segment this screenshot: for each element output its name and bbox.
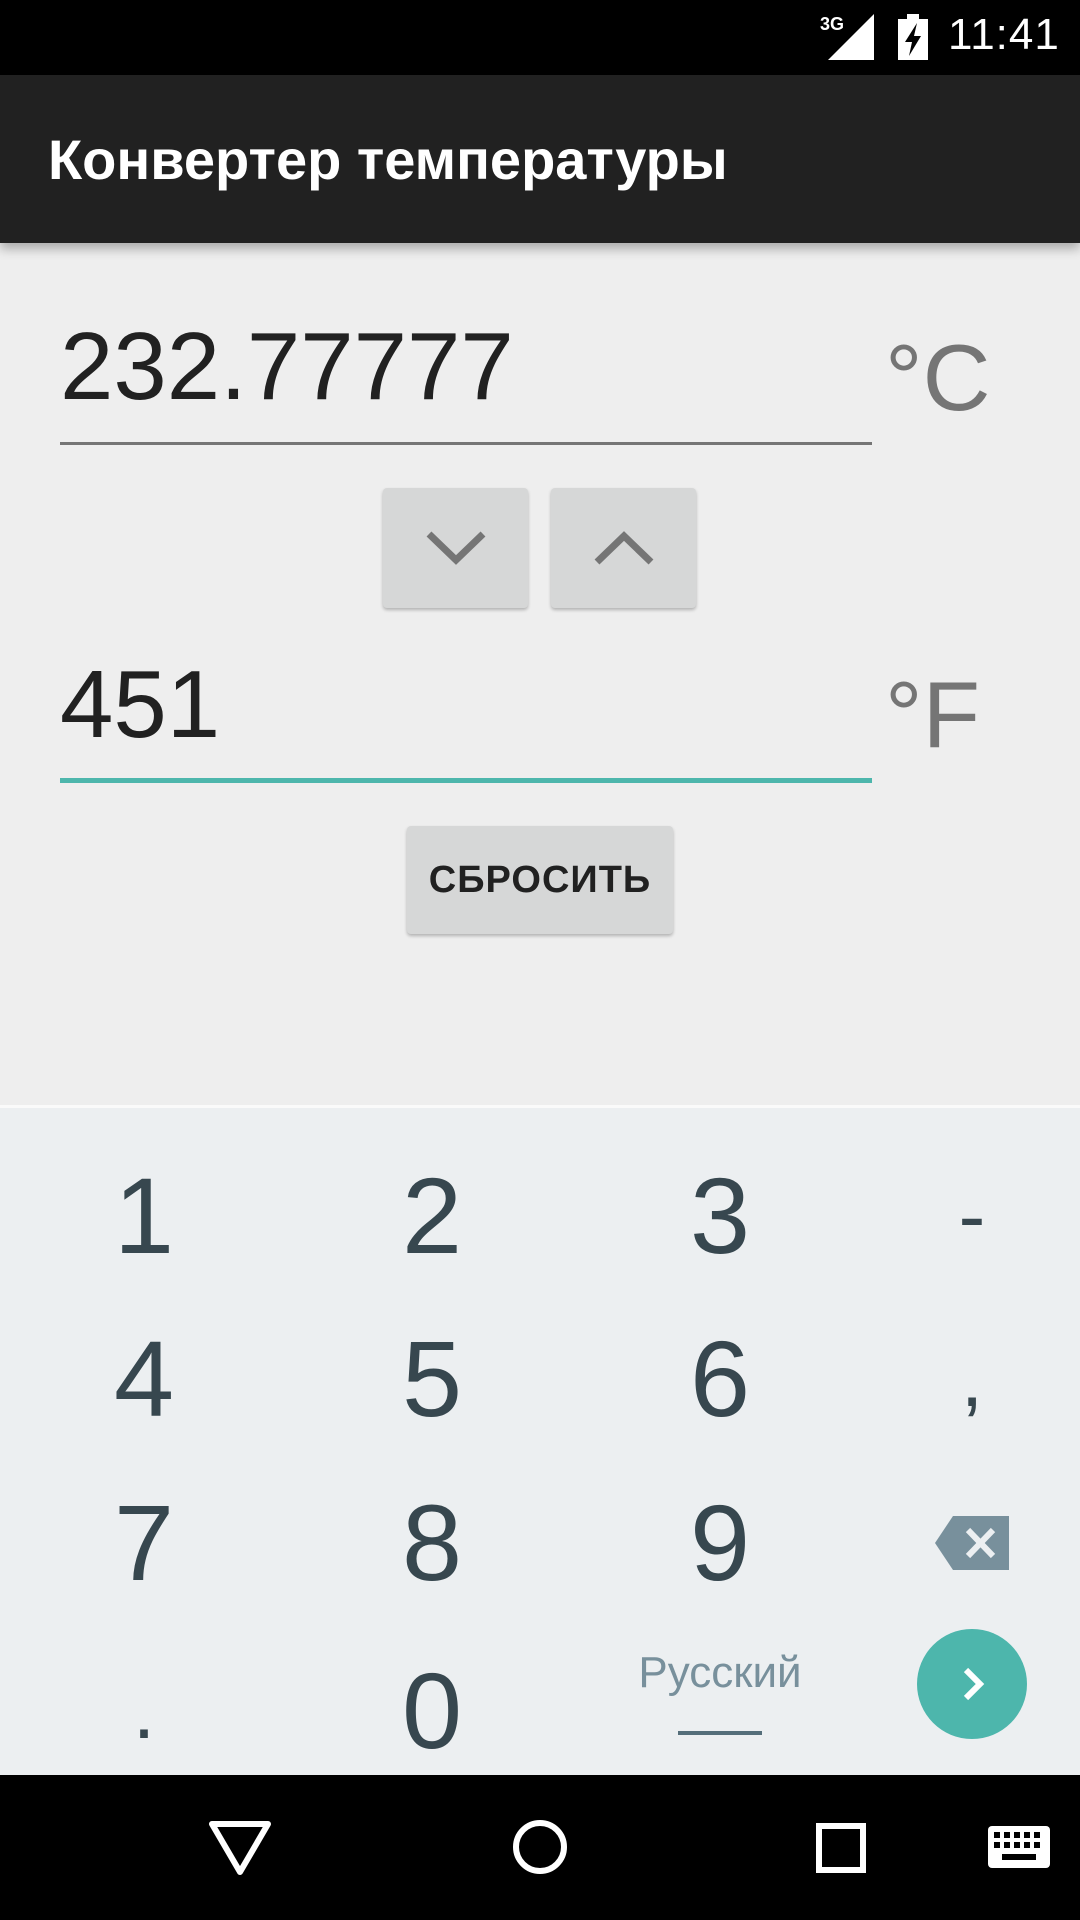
backspace-icon bbox=[935, 1515, 1009, 1570]
celsius-input[interactable]: 232.77777 bbox=[60, 319, 872, 445]
fahrenheit-unit-label: °F bbox=[885, 662, 981, 767]
key-8[interactable]: 8 bbox=[317, 1460, 547, 1625]
chevron-up-icon bbox=[594, 531, 654, 565]
fahrenheit-input[interactable]: 451 bbox=[60, 657, 872, 783]
convert-down-button[interactable] bbox=[383, 488, 528, 608]
key-minus[interactable]: - bbox=[857, 1133, 1080, 1298]
key-6[interactable]: 6 bbox=[605, 1296, 835, 1461]
status-time: 11:41 bbox=[948, 10, 1060, 59]
language-indicator bbox=[678, 1731, 762, 1735]
converter-panel: 232.77777 °C 451 °F СБРОСИТЬ bbox=[0, 243, 1080, 1105]
status-bar: 3G 11:41 bbox=[0, 0, 1080, 75]
key-comma[interactable]: , bbox=[857, 1296, 1080, 1461]
keyboard-icon[interactable] bbox=[988, 1826, 1050, 1868]
key-0[interactable]: 0 bbox=[317, 1628, 547, 1793]
key-7[interactable]: 7 bbox=[29, 1460, 259, 1625]
key-5[interactable]: 5 bbox=[317, 1296, 547, 1461]
key-3[interactable]: 3 bbox=[605, 1133, 835, 1298]
language-label: Русский bbox=[638, 1648, 802, 1697]
navigation-bar bbox=[0, 1775, 1080, 1920]
numeric-keyboard: 1 2 3 - 4 5 6 , 7 8 9 . 0 Русский bbox=[0, 1105, 1080, 1775]
key-2[interactable]: 2 bbox=[317, 1133, 547, 1298]
fahrenheit-underline bbox=[60, 778, 872, 783]
key-1[interactable]: 1 bbox=[29, 1133, 259, 1298]
recents-icon[interactable] bbox=[816, 1823, 866, 1873]
app-title: Конвертер температуры bbox=[48, 128, 728, 191]
celsius-value: 232.77777 bbox=[60, 313, 514, 420]
chevron-right-icon bbox=[963, 1667, 985, 1701]
key-decimal[interactable]: . bbox=[29, 1628, 259, 1793]
convert-up-button[interactable] bbox=[551, 488, 696, 608]
battery-charging-icon bbox=[898, 14, 928, 60]
celsius-unit-label: °C bbox=[885, 325, 991, 430]
chevron-down-icon bbox=[426, 531, 486, 565]
fahrenheit-value: 451 bbox=[60, 651, 221, 758]
backspace-key[interactable] bbox=[857, 1460, 1080, 1625]
app-bar: Конвертер температуры bbox=[0, 75, 1080, 243]
back-icon[interactable] bbox=[208, 1820, 272, 1876]
home-icon[interactable] bbox=[512, 1819, 568, 1875]
network-type-label: 3G bbox=[820, 14, 844, 34]
enter-key[interactable] bbox=[917, 1629, 1027, 1739]
key-9[interactable]: 9 bbox=[605, 1460, 835, 1625]
reset-button[interactable]: СБРОСИТЬ bbox=[407, 826, 673, 934]
key-4[interactable]: 4 bbox=[29, 1296, 259, 1461]
language-switch-key[interactable]: Русский bbox=[600, 1648, 840, 1768]
signal-icon: 3G bbox=[820, 14, 874, 60]
celsius-underline bbox=[60, 442, 872, 445]
